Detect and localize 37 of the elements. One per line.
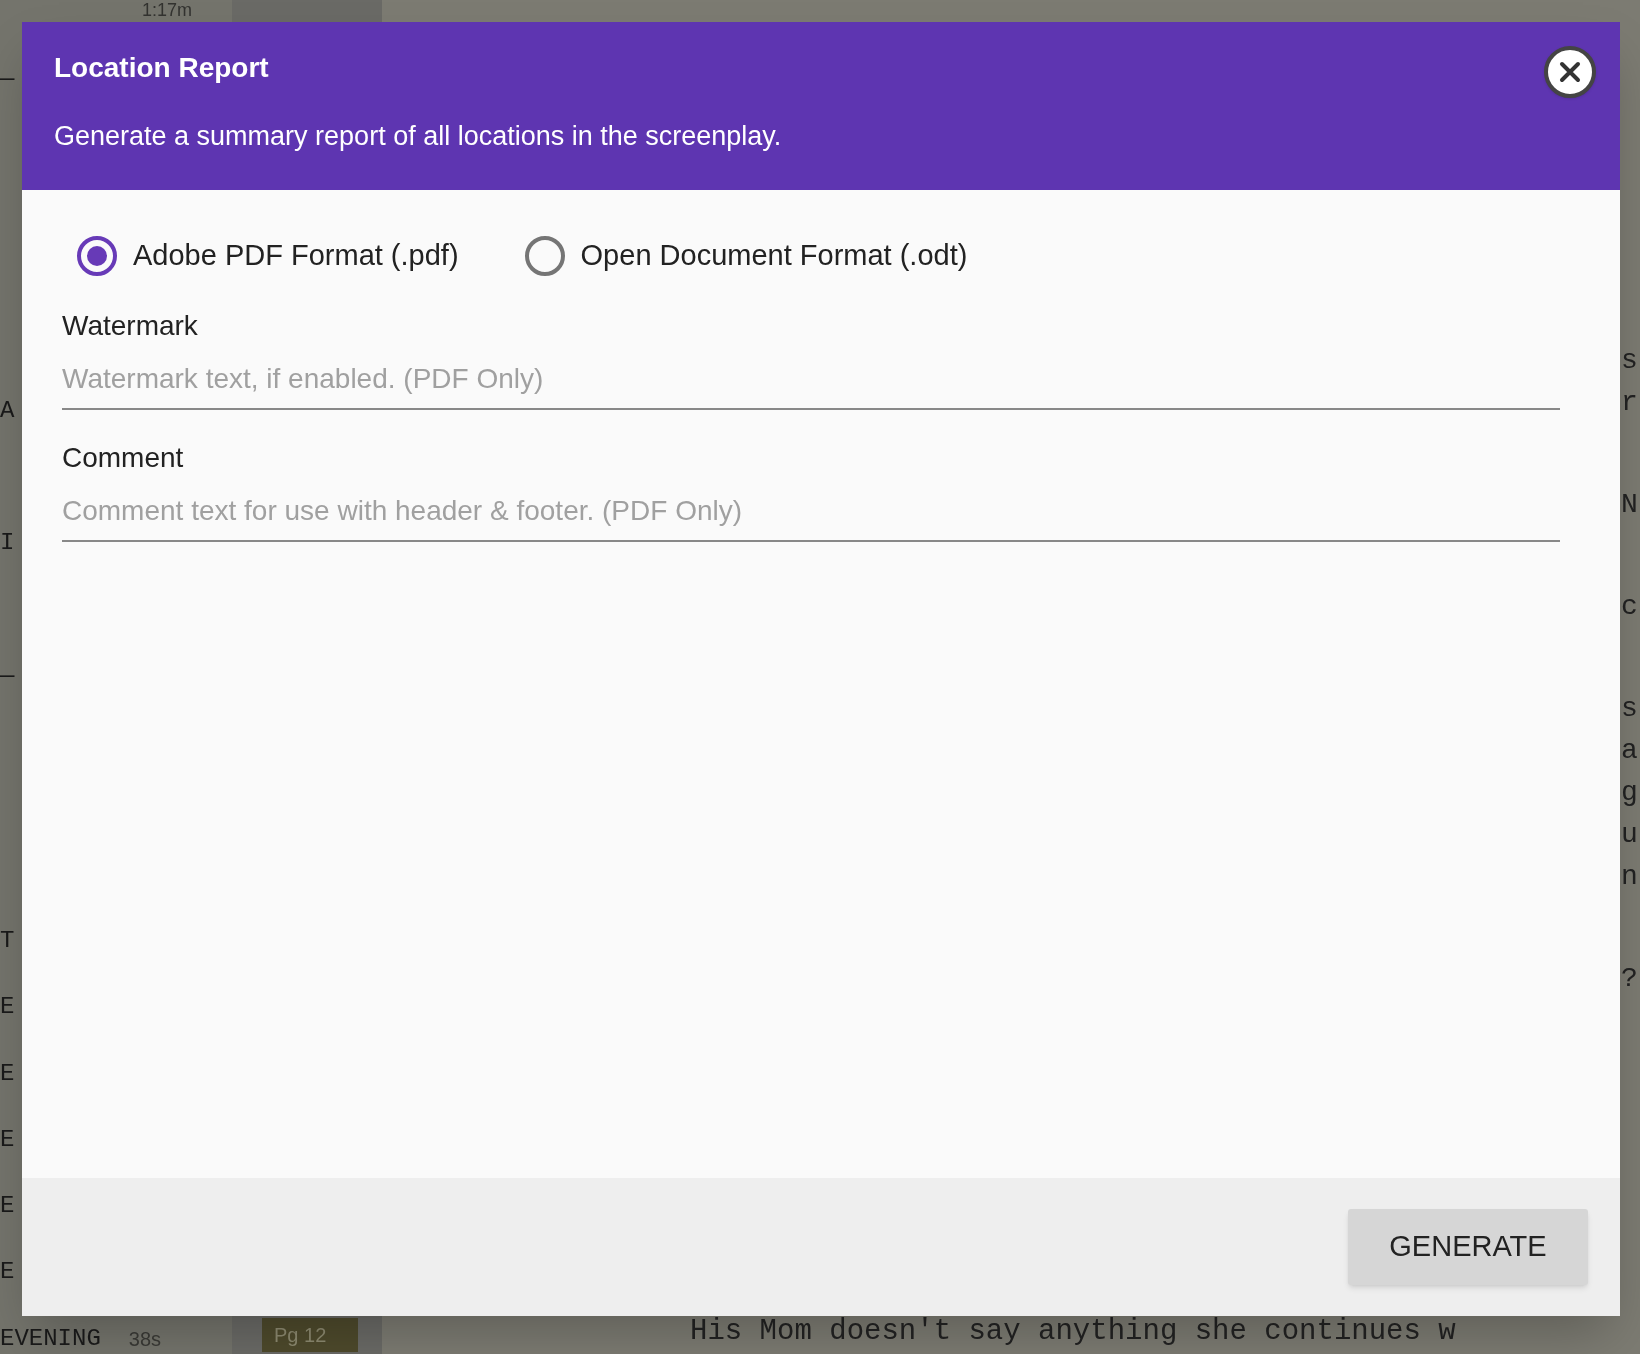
script-text: s — [1621, 344, 1639, 378]
scene-heading: E — [0, 1126, 15, 1153]
dialog-subtitle: Generate a summary report of all locations in the screenplay. — [54, 120, 783, 153]
field-label: Watermark — [62, 308, 199, 343]
radio-label[interactable]: Adobe PDF Format (.pdf) — [133, 234, 459, 278]
scene-heading: I — [0, 530, 15, 557]
script-text: c — [1621, 590, 1639, 624]
script-text: s — [1621, 692, 1639, 726]
scene-heading: EVENING — [0, 1325, 101, 1352]
close-button[interactable] — [1544, 46, 1596, 98]
script-text: u — [1621, 818, 1639, 852]
scene-heading: — — [0, 66, 15, 93]
dialog-title: Location Report — [54, 51, 269, 85]
script-text: g — [1621, 776, 1639, 810]
text-field[interactable]: Comment text for use with header & footer. (PDF Only) — [62, 489, 1560, 542]
field-label: Comment — [62, 440, 185, 475]
scene-heading: A — [0, 397, 15, 424]
radio-label[interactable]: Open Document Format (.odt) — [580, 234, 968, 278]
script-text: n — [1621, 860, 1639, 894]
script-text: ? — [1621, 962, 1639, 996]
scene-heading: E — [0, 1193, 15, 1220]
generate-button[interactable]: GENERATE — [1348, 1209, 1588, 1285]
scene-heading: T — [0, 928, 15, 954]
script-text: His Mom doesn't say anything she continues w — [690, 1314, 1456, 1350]
scene-heading: — — [0, 662, 15, 689]
close-icon — [1559, 61, 1581, 83]
scene-heading: E — [0, 1060, 15, 1087]
script-text: r — [1621, 386, 1639, 420]
script-text: a — [1621, 734, 1639, 768]
page-tag: Pg 12 — [262, 1318, 358, 1352]
script-text: N — [1621, 488, 1639, 522]
radio-button[interactable] — [524, 235, 565, 276]
text-field[interactable]: Watermark text, if enabled. (PDF Only) — [62, 357, 1560, 410]
scene-heading: E — [0, 994, 15, 1021]
scene-duration: 1:17m — [141, 0, 192, 20]
radio-button[interactable] — [77, 235, 117, 276]
scene-heading: E — [0, 1259, 15, 1286]
